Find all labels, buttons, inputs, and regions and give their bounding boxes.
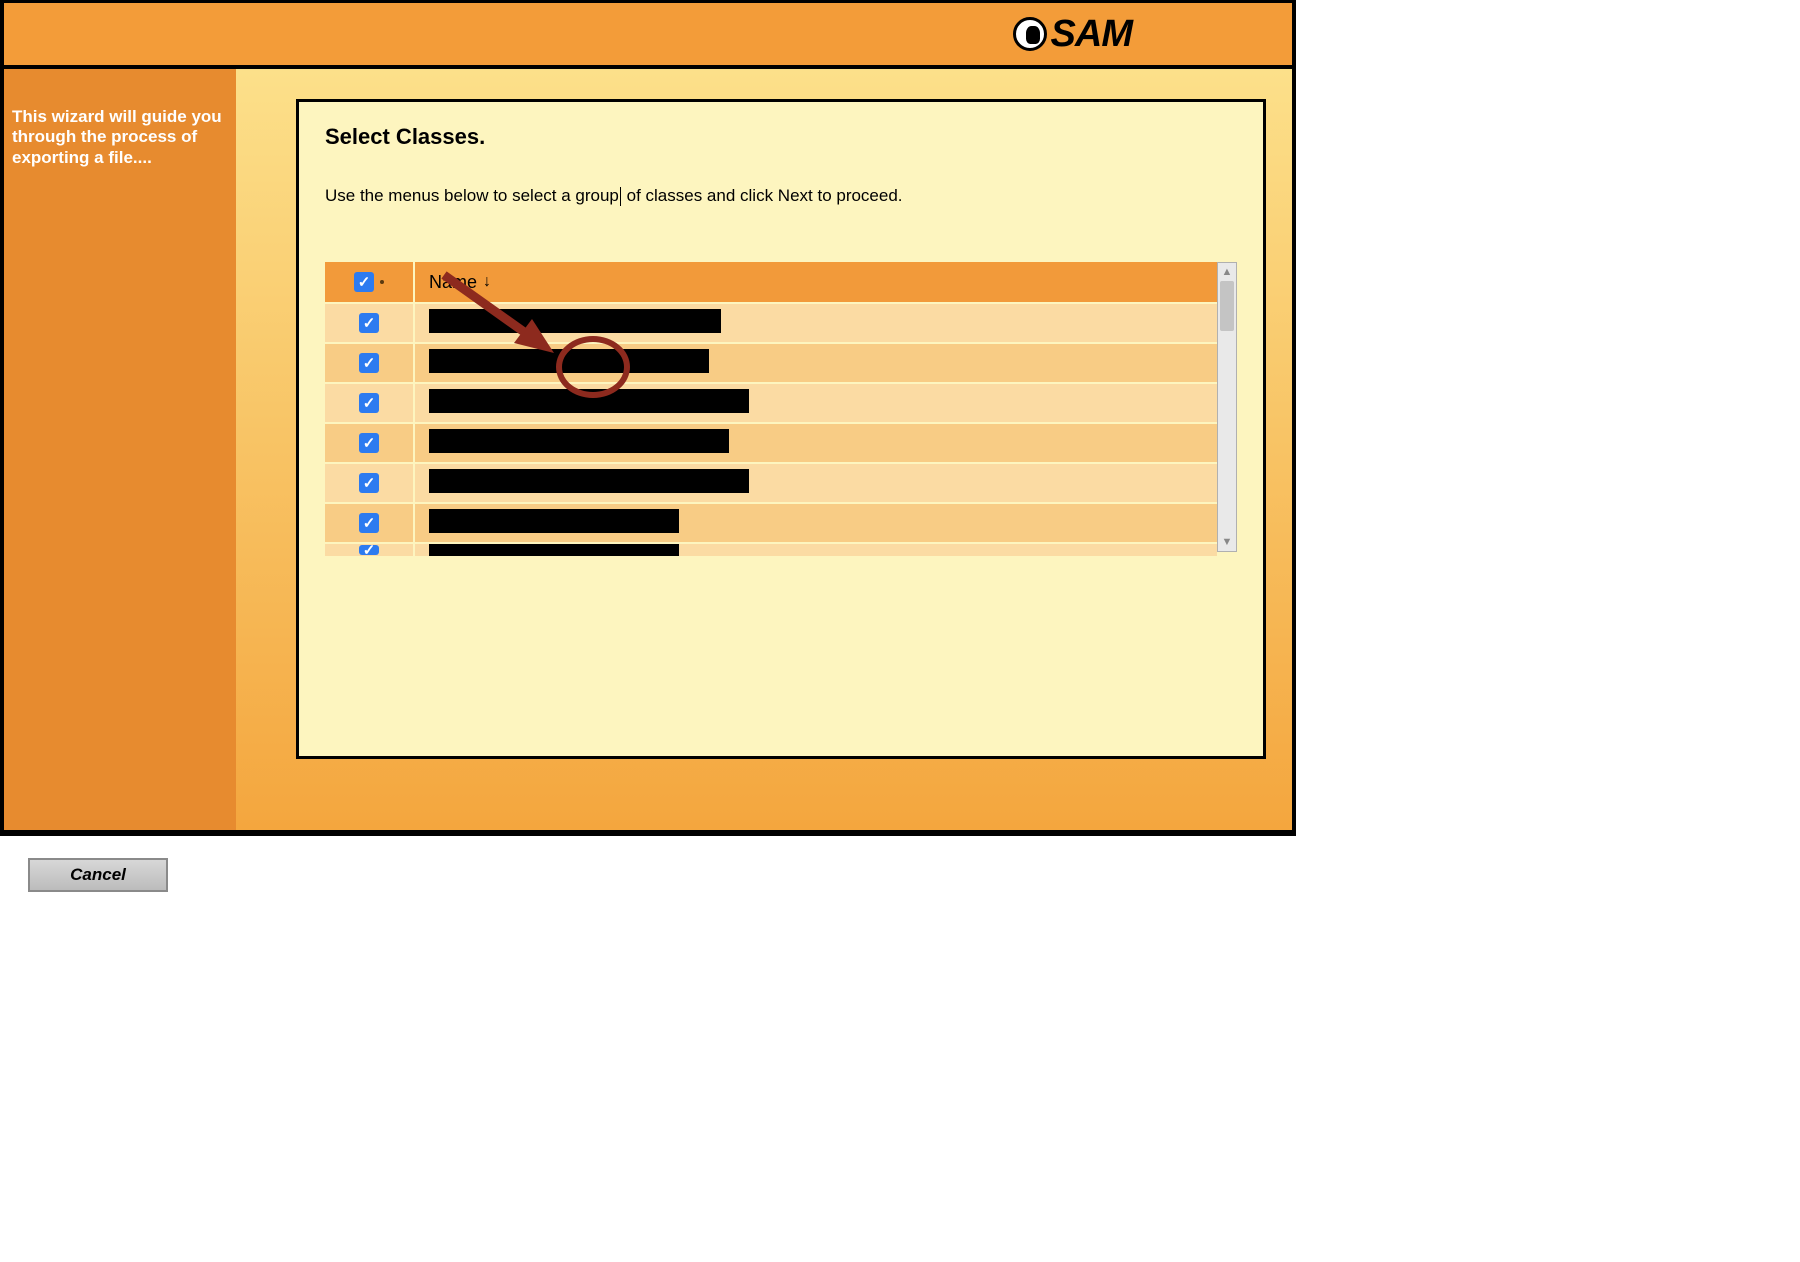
table-row[interactable]: ✓ xyxy=(325,342,1217,382)
select-classes-panel: Select Classes. Use the menus below to s… xyxy=(296,99,1266,759)
sort-descending-icon: ↓ xyxy=(483,273,491,291)
row-name-cell xyxy=(415,469,1217,498)
row-name-cell xyxy=(415,542,1217,556)
row-checkbox[interactable]: ✓ xyxy=(359,473,379,493)
scroll-thumb[interactable] xyxy=(1220,281,1234,331)
redacted-class-name xyxy=(429,309,721,333)
classes-table-wrap: ✓ Name ↓ ✓ ✓ ✓ ✓ ✓ ✓ ✓ ▲ xyxy=(325,262,1237,552)
text-cursor xyxy=(620,187,621,206)
sam-logo: SAM xyxy=(1013,13,1132,56)
app-name: SAM xyxy=(1051,13,1132,56)
table-row[interactable]: ✓ xyxy=(325,542,1217,556)
redacted-class-name xyxy=(429,469,749,493)
redacted-class-name xyxy=(429,429,729,453)
header-dot-icon xyxy=(380,280,384,284)
table-row[interactable]: ✓ xyxy=(325,462,1217,502)
row-name-cell xyxy=(415,349,1217,378)
row-checkbox-cell[interactable]: ✓ xyxy=(325,384,415,422)
table-row[interactable]: ✓ xyxy=(325,302,1217,342)
wizard-body: This wizard will guide you through the p… xyxy=(0,69,1296,834)
select-all-checkbox[interactable]: ✓ xyxy=(354,272,374,292)
redacted-class-name xyxy=(429,389,749,413)
scroll-track[interactable] xyxy=(1218,281,1236,533)
redacted-class-name xyxy=(429,542,679,556)
row-checkbox-cell[interactable]: ✓ xyxy=(325,504,415,542)
select-all-cell[interactable]: ✓ xyxy=(325,262,415,302)
table-row[interactable]: ✓ xyxy=(325,502,1217,542)
wizard-main: Select Classes. Use the menus below to s… xyxy=(236,69,1296,834)
cancel-button-label: Cancel xyxy=(70,865,126,885)
scroll-up-icon[interactable]: ▲ xyxy=(1222,263,1233,281)
cancel-button[interactable]: Cancel xyxy=(28,858,168,892)
row-checkbox-cell[interactable]: ✓ xyxy=(325,304,415,342)
wizard-sidebar: This wizard will guide you through the p… xyxy=(0,69,236,834)
table-row[interactable]: ✓ xyxy=(325,382,1217,422)
row-name-cell xyxy=(415,389,1217,418)
row-checkbox[interactable]: ✓ xyxy=(359,353,379,373)
wizard-footer: Cancel xyxy=(0,834,1296,914)
panel-instruction-pre: Use the menus below to select a group xyxy=(325,186,619,205)
panel-instruction-post: of classes and click Next to proceed. xyxy=(622,186,903,205)
row-checkbox[interactable]: ✓ xyxy=(359,393,379,413)
scroll-down-icon[interactable]: ▼ xyxy=(1222,533,1233,551)
export-wizard-window: SAM This wizard will guide you through t… xyxy=(0,0,1296,920)
table-header-row: ✓ Name ↓ xyxy=(325,262,1217,302)
table-body: ✓ ✓ ✓ ✓ ✓ ✓ ✓ xyxy=(325,302,1217,556)
row-checkbox-cell[interactable]: ✓ xyxy=(325,464,415,502)
panel-instruction: Use the menus below to select a group of… xyxy=(325,186,1237,206)
wizard-description: This wizard will guide you through the p… xyxy=(12,107,230,168)
row-checkbox[interactable]: ✓ xyxy=(359,313,379,333)
table-scrollbar[interactable]: ▲ ▼ xyxy=(1217,262,1237,552)
name-column-header[interactable]: Name ↓ xyxy=(415,272,491,293)
table-row[interactable]: ✓ xyxy=(325,422,1217,462)
name-column-label: Name xyxy=(429,272,477,293)
app-header: SAM xyxy=(0,0,1296,69)
row-checkbox-cell[interactable]: ✓ xyxy=(325,344,415,382)
sam-logo-icon xyxy=(1013,17,1047,51)
row-checkbox-cell[interactable]: ✓ xyxy=(325,424,415,462)
row-checkbox[interactable]: ✓ xyxy=(359,513,379,533)
row-checkbox[interactable]: ✓ xyxy=(359,545,379,555)
row-name-cell xyxy=(415,509,1217,538)
redacted-class-name xyxy=(429,349,709,373)
row-name-cell xyxy=(415,309,1217,338)
row-checkbox-cell[interactable]: ✓ xyxy=(325,544,415,556)
row-checkbox[interactable]: ✓ xyxy=(359,433,379,453)
panel-title: Select Classes. xyxy=(325,124,1237,150)
row-name-cell xyxy=(415,429,1217,458)
classes-table: ✓ Name ↓ ✓ ✓ ✓ ✓ ✓ ✓ ✓ xyxy=(325,262,1217,552)
redacted-class-name xyxy=(429,509,679,533)
